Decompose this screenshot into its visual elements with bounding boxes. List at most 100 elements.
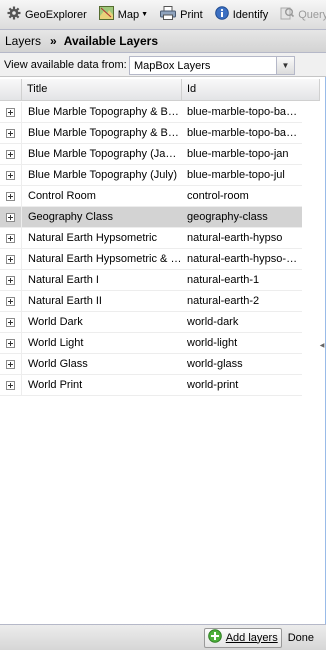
row-id: world-dark — [187, 316, 239, 328]
plus-box-icon — [6, 107, 15, 117]
expander-column-header — [0, 79, 22, 100]
identify-button[interactable]: Identify — [212, 4, 271, 26]
row-id: world-glass — [187, 358, 243, 370]
breadcrumb: Layers » Available Layers — [0, 30, 326, 53]
table-row[interactable]: Control Room control-room — [0, 185, 302, 207]
identify-label: Identify — [232, 8, 269, 21]
source-select[interactable]: MapBox Layers ▼ — [129, 56, 295, 75]
plus-box-icon — [6, 191, 15, 201]
row-expander[interactable] — [0, 164, 22, 186]
row-id: natural-earth-2 — [187, 295, 260, 307]
plus-box-icon — [6, 128, 15, 138]
app-title: GeoExplorer — [25, 8, 87, 21]
plus-box-icon — [6, 170, 15, 180]
source-label: View available data from: — [4, 58, 127, 71]
row-expander[interactable] — [0, 122, 22, 144]
row-title: Control Room — [28, 190, 96, 202]
table-row[interactable]: World Light world-light — [0, 332, 302, 354]
query-icon — [280, 6, 295, 23]
print-label: Print — [180, 8, 203, 21]
row-id: control-room — [187, 190, 249, 202]
breadcrumb-parent-link[interactable]: Layers — [5, 34, 41, 48]
source-select-value: MapBox Layers — [134, 59, 211, 72]
row-title: Blue Marble Topography & Bathymetry (Jan… — [28, 106, 182, 118]
row-id: geography-class — [187, 211, 268, 223]
table-row[interactable]: Blue Marble Topography (July) blue-marble… — [0, 164, 302, 186]
plus-box-icon — [6, 380, 15, 390]
table-row[interactable]: Natural Earth I natural-earth-1 — [0, 269, 302, 291]
row-expander[interactable] — [0, 143, 22, 165]
add-circle-icon — [207, 629, 222, 646]
layers-grid: Blue Marble Topography & Bathymetry (Jan… — [0, 101, 302, 396]
row-expander[interactable] — [0, 269, 22, 291]
collapse-handle[interactable]: ◀ — [319, 330, 325, 360]
plus-box-icon — [6, 275, 15, 285]
map-icon — [98, 6, 114, 23]
row-id: blue-marble-topo-bathy-jul — [187, 127, 302, 139]
plus-box-icon — [6, 317, 15, 327]
row-id: world-light — [187, 337, 238, 349]
available-layers-panel: GeoExplorer Map ▼ Print Identify Query L… — [0, 0, 326, 650]
row-expander[interactable] — [0, 374, 22, 396]
row-title: World Dark — [28, 316, 83, 328]
table-row[interactable]: Natural Earth Hypsometric natural-earth-h… — [0, 227, 302, 249]
table-row[interactable]: Natural Earth Hypsometric & Bathymetry na… — [0, 248, 302, 270]
row-title: Blue Marble Topography & Bathymetry (Jul… — [28, 127, 182, 139]
table-row[interactable]: Blue Marble Topography (January) blue-mar… — [0, 143, 302, 165]
map-menu-label: Map — [117, 8, 140, 21]
table-row[interactable]: World Print world-print — [0, 374, 302, 396]
main-toolbar: GeoExplorer Map ▼ Print Identify Query — [0, 0, 326, 30]
table-row[interactable]: Geography Class geography-class — [0, 206, 302, 228]
row-expander[interactable] — [0, 185, 22, 207]
row-expander[interactable] — [0, 227, 22, 249]
column-header-id[interactable]: Id — [182, 79, 320, 100]
row-id: world-print — [187, 379, 239, 391]
app-menu-button[interactable]: GeoExplorer — [4, 4, 90, 26]
chevron-down-icon[interactable]: ▼ — [276, 57, 294, 74]
row-title: Natural Earth Hypsometric — [28, 232, 157, 244]
printer-icon — [160, 6, 177, 23]
plus-box-icon — [6, 233, 15, 243]
table-row[interactable]: Natural Earth II natural-earth-2 — [0, 290, 302, 312]
plus-box-icon — [6, 212, 15, 222]
row-title: World Light — [28, 337, 84, 349]
table-row[interactable]: Blue Marble Topography & Bathymetry (Jul… — [0, 122, 302, 144]
row-id: natural-earth-hypso — [187, 232, 283, 244]
row-title: Blue Marble Topography (July) — [28, 169, 177, 181]
row-expander[interactable] — [0, 353, 22, 375]
plus-box-icon — [6, 254, 15, 264]
row-expander[interactable] — [0, 248, 22, 270]
row-title: World Print — [28, 379, 83, 391]
source-selector-row: View available data from: MapBox Layers … — [0, 53, 326, 77]
column-header-title[interactable]: Title — [22, 79, 182, 100]
row-expander[interactable] — [0, 206, 22, 228]
breadcrumb-current: Available Layers — [63, 34, 158, 48]
table-row[interactable]: World Glass world-glass — [0, 353, 302, 375]
info-icon — [214, 6, 229, 23]
table-row[interactable]: World Dark world-dark — [0, 311, 302, 333]
gear-icon — [7, 6, 21, 23]
plus-box-icon — [6, 338, 15, 348]
plus-box-icon — [6, 359, 15, 369]
done-button[interactable]: Done — [286, 632, 316, 644]
row-title: Natural Earth II — [28, 295, 102, 307]
chevron-left-icon: ◀ — [319, 342, 325, 349]
row-title: Natural Earth I — [28, 274, 99, 286]
row-expander[interactable] — [0, 290, 22, 312]
row-expander[interactable] — [0, 311, 22, 333]
row-id: blue-marble-topo-jul — [187, 169, 285, 181]
table-row[interactable]: Blue Marble Topography & Bathymetry (Jan… — [0, 101, 302, 123]
print-button[interactable]: Print — [157, 4, 206, 26]
row-expander[interactable] — [0, 101, 22, 123]
add-layers-button[interactable]: Add layers — [203, 627, 282, 648]
row-expander[interactable] — [0, 332, 22, 354]
query-button[interactable]: Query — [277, 4, 326, 26]
breadcrumb-separator: » — [50, 34, 57, 48]
row-id: blue-marble-topo-bathy-jan — [187, 106, 302, 118]
row-title: Geography Class — [28, 211, 113, 223]
chevron-down-icon: ▼ — [141, 11, 149, 18]
row-title: World Glass — [28, 358, 88, 370]
row-title: Blue Marble Topography (January) — [28, 148, 182, 160]
map-menu-button[interactable]: Map ▼ — [96, 4, 151, 26]
row-id: natural-earth-1 — [187, 274, 260, 286]
